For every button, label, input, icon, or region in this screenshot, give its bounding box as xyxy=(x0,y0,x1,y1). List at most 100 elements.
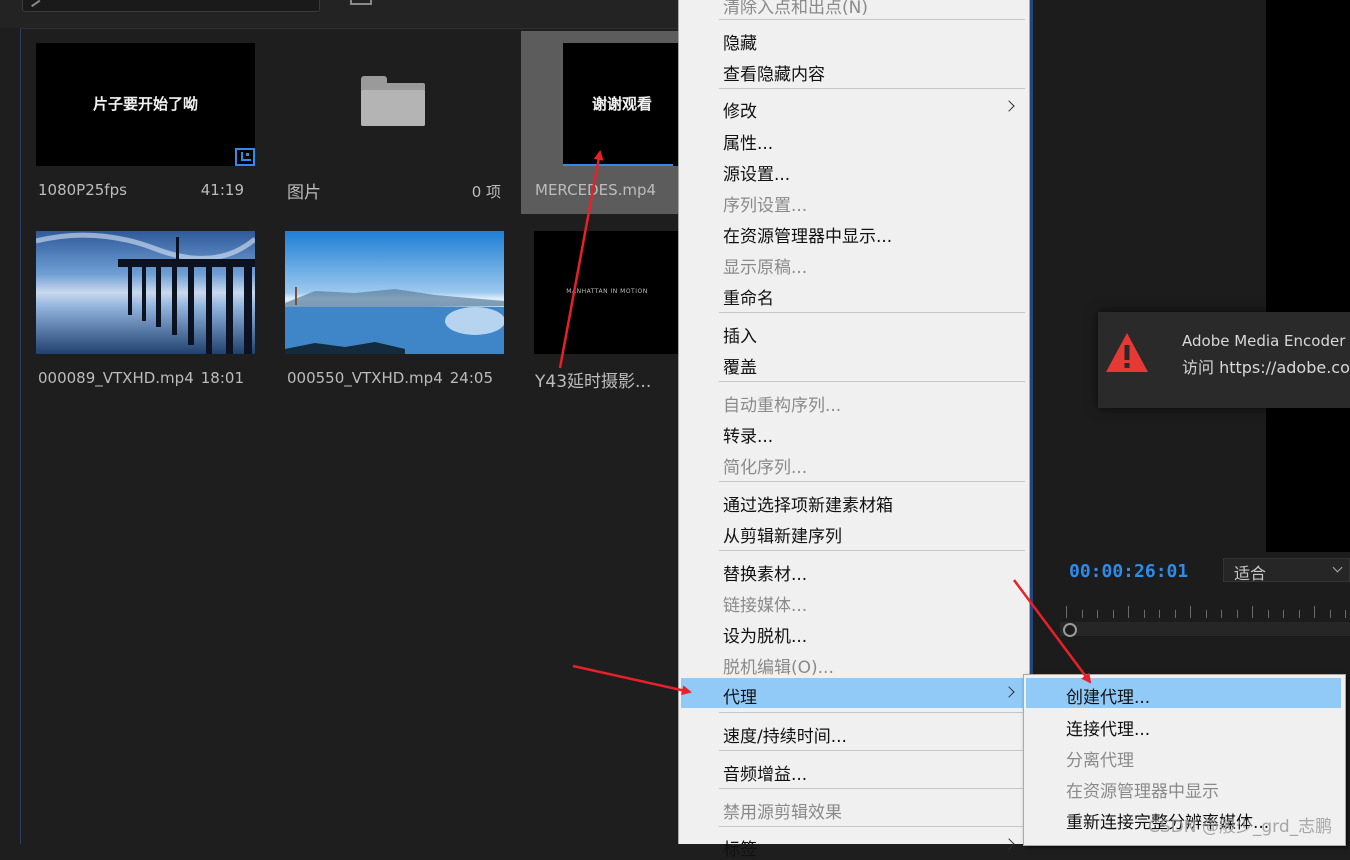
search-icon xyxy=(27,0,41,8)
thumbnail-pier xyxy=(36,231,255,354)
menu-item-attach-proxies[interactable]: 连接代理... xyxy=(1026,710,1341,740)
search-input[interactable] xyxy=(22,0,320,12)
notification-toast[interactable]: Adobe Media Encoder 访问 https://adobe.co xyxy=(1098,312,1350,408)
ruler-tick xyxy=(1221,610,1222,618)
watermark: CSDN @般少_grd_志鹏 xyxy=(1148,817,1333,837)
thumbnail-bay xyxy=(285,231,504,354)
item-name: 000089_VTXHD.mp4 xyxy=(38,369,194,387)
menu-item-create-proxies[interactable]: 创建代理... xyxy=(1026,678,1341,708)
ruler-tick xyxy=(1267,610,1269,618)
scrub-track[interactable] xyxy=(1060,622,1350,636)
menu-item-detach-proxies[interactable]: 分离代理 xyxy=(1026,741,1341,771)
project-item-sequence[interactable]: 片子要开始了呦 1080P25fps 41:19 xyxy=(22,31,262,214)
new-bin-icon[interactable] xyxy=(350,0,372,5)
project-panel: 片子要开始了呦 1080P25fps 41:19 图片 0 项 谢谢观看 MER… xyxy=(0,0,681,844)
menu-item-clear-in-out[interactable]: 清除入点和出点(N) xyxy=(681,0,1027,18)
project-item-clip-selected[interactable]: 谢谢观看 MERCEDES.mp4 xyxy=(521,31,681,214)
ruler-tick xyxy=(1345,610,1346,618)
ruler-tick xyxy=(1298,610,1300,618)
ruler-tick xyxy=(1128,606,1129,618)
chevron-right-icon xyxy=(1003,686,1015,698)
menu-item-link-media[interactable]: 链接媒体... xyxy=(681,586,1027,616)
menu-item-transcribe[interactable]: 转录... xyxy=(681,417,1027,447)
warning-triangle-icon xyxy=(1106,333,1148,372)
item-name: Y43延时摄影... xyxy=(535,372,652,392)
menu-item-reveal-in-explorer[interactable]: 在资源管理器中显示... xyxy=(681,217,1027,247)
item-duration: 41:19 xyxy=(200,181,244,199)
menu-item-rename[interactable]: 重命名 xyxy=(681,279,1027,309)
chevron-right-icon xyxy=(1003,838,1015,850)
thumbnail: 谢谢观看 xyxy=(563,43,681,166)
timecode-display[interactable]: 00:00:26:01 xyxy=(1069,561,1188,582)
item-duration: 18:01 xyxy=(200,369,244,387)
menu-separator xyxy=(719,750,1025,751)
project-item-clip[interactable]: MANHATTAN IN MOTION Y43延时摄影... xyxy=(521,219,681,402)
ruler-tick xyxy=(1159,610,1160,618)
menu-item-new-bin-from-selection[interactable]: 通过选择项新建素材箱 xyxy=(681,486,1027,516)
ruler-tick xyxy=(1329,610,1331,618)
item-name: 图片 xyxy=(287,183,321,203)
menu-item-replace-footage[interactable]: 替换素材... xyxy=(681,555,1027,585)
menu-item-view-hidden[interactable]: 查看隐藏内容 xyxy=(681,55,1027,85)
menu-separator xyxy=(719,826,1025,827)
menu-item-source-settings[interactable]: 源设置... xyxy=(681,155,1027,185)
ruler-tick xyxy=(1236,610,1238,618)
video-preview xyxy=(1266,0,1350,552)
menu-separator xyxy=(719,19,1025,20)
menu-item-modify[interactable]: 修改 xyxy=(681,92,1027,122)
menu-item-make-offline[interactable]: 设为脱机... xyxy=(681,617,1027,647)
ruler-tick xyxy=(1081,610,1083,618)
menu-item-reveal-proxy-in-explorer[interactable]: 在资源管理器中显示 xyxy=(1026,772,1341,802)
project-item-clip[interactable]: 000550_VTXHD.mp4 24:05 xyxy=(271,219,511,402)
menu-item-edit-offline[interactable]: 脱机编辑(O)... xyxy=(681,648,1027,678)
menu-separator xyxy=(719,481,1025,482)
menu-item-audio-gain[interactable]: 音频增益... xyxy=(681,755,1027,785)
ruler-tick xyxy=(1283,610,1284,618)
menu-separator xyxy=(719,712,1025,713)
menu-item-sequence-settings[interactable]: 序列设置... xyxy=(681,186,1027,216)
scrub-bar xyxy=(563,164,673,166)
thumbnail: MANHATTAN IN MOTION xyxy=(534,231,680,354)
ruler-tick xyxy=(1143,610,1145,618)
menu-separator xyxy=(719,788,1025,789)
panel-divider xyxy=(20,28,680,29)
item-duration: 24:05 xyxy=(449,369,493,387)
ruler-tick xyxy=(1174,610,1176,618)
zoom-fit-label: 适合 xyxy=(1234,564,1267,583)
ruler-tick xyxy=(1097,610,1098,618)
playhead-handle[interactable] xyxy=(1063,623,1077,637)
thumbnail: 片子要开始了呦 xyxy=(36,43,255,166)
sequence-icon xyxy=(235,148,255,166)
menu-item-properties[interactable]: 属性... xyxy=(681,124,1027,154)
thumbnail-caption: MANHATTAN IN MOTION xyxy=(566,288,648,295)
menu-item-auto-reframe[interactable]: 自动重构序列... xyxy=(681,386,1027,416)
ruler-tick xyxy=(1066,606,1067,618)
chevron-right-icon xyxy=(1003,100,1015,112)
zoom-fit-select[interactable]: 适合 xyxy=(1223,558,1350,583)
project-item-bin[interactable]: 图片 0 项 xyxy=(271,31,511,214)
ruler-tick xyxy=(1190,606,1191,618)
ruler-tick xyxy=(1252,606,1253,618)
time-ruler[interactable] xyxy=(1060,600,1350,620)
ruler-tick xyxy=(1112,610,1114,618)
menu-separator xyxy=(719,550,1025,551)
item-name: 1080P25fps xyxy=(38,181,127,199)
menu-item-simplify-sequence[interactable]: 简化序列... xyxy=(681,448,1027,478)
menu-item-speed-duration[interactable]: 速度/持续时间... xyxy=(681,717,1027,747)
menu-item-hide[interactable]: 隐藏 xyxy=(681,24,1027,54)
item-name: 000550_VTXHD.mp4 xyxy=(287,369,443,387)
menu-item-insert[interactable]: 插入 xyxy=(681,317,1027,347)
item-count: 0 项 xyxy=(471,183,501,201)
notification-body: 访问 https://adobe.co xyxy=(1182,358,1350,377)
menu-item-show-original[interactable]: 显示原稿... xyxy=(681,248,1027,278)
menu-item-disable-source-effects[interactable]: 禁用源剪辑效果 xyxy=(681,793,1027,823)
menu-item-overwrite[interactable]: 覆盖 xyxy=(681,348,1027,378)
menu-item-new-sequence-from-clip[interactable]: 从剪辑新建序列 xyxy=(681,517,1027,547)
menu-item-proxy[interactable]: 代理 xyxy=(681,678,1027,708)
menu-item-label[interactable]: 标签 xyxy=(681,830,1027,860)
menu-separator xyxy=(719,312,1025,313)
context-menu: 清除入点和出点(N) 隐藏 查看隐藏内容 修改 属性... 源设置... 序列设… xyxy=(678,0,1030,860)
project-item-clip[interactable]: 000089_VTXHD.mp4 18:01 xyxy=(22,219,262,402)
item-name: MERCEDES.mp4 xyxy=(535,181,657,199)
menu-separator xyxy=(719,381,1025,382)
